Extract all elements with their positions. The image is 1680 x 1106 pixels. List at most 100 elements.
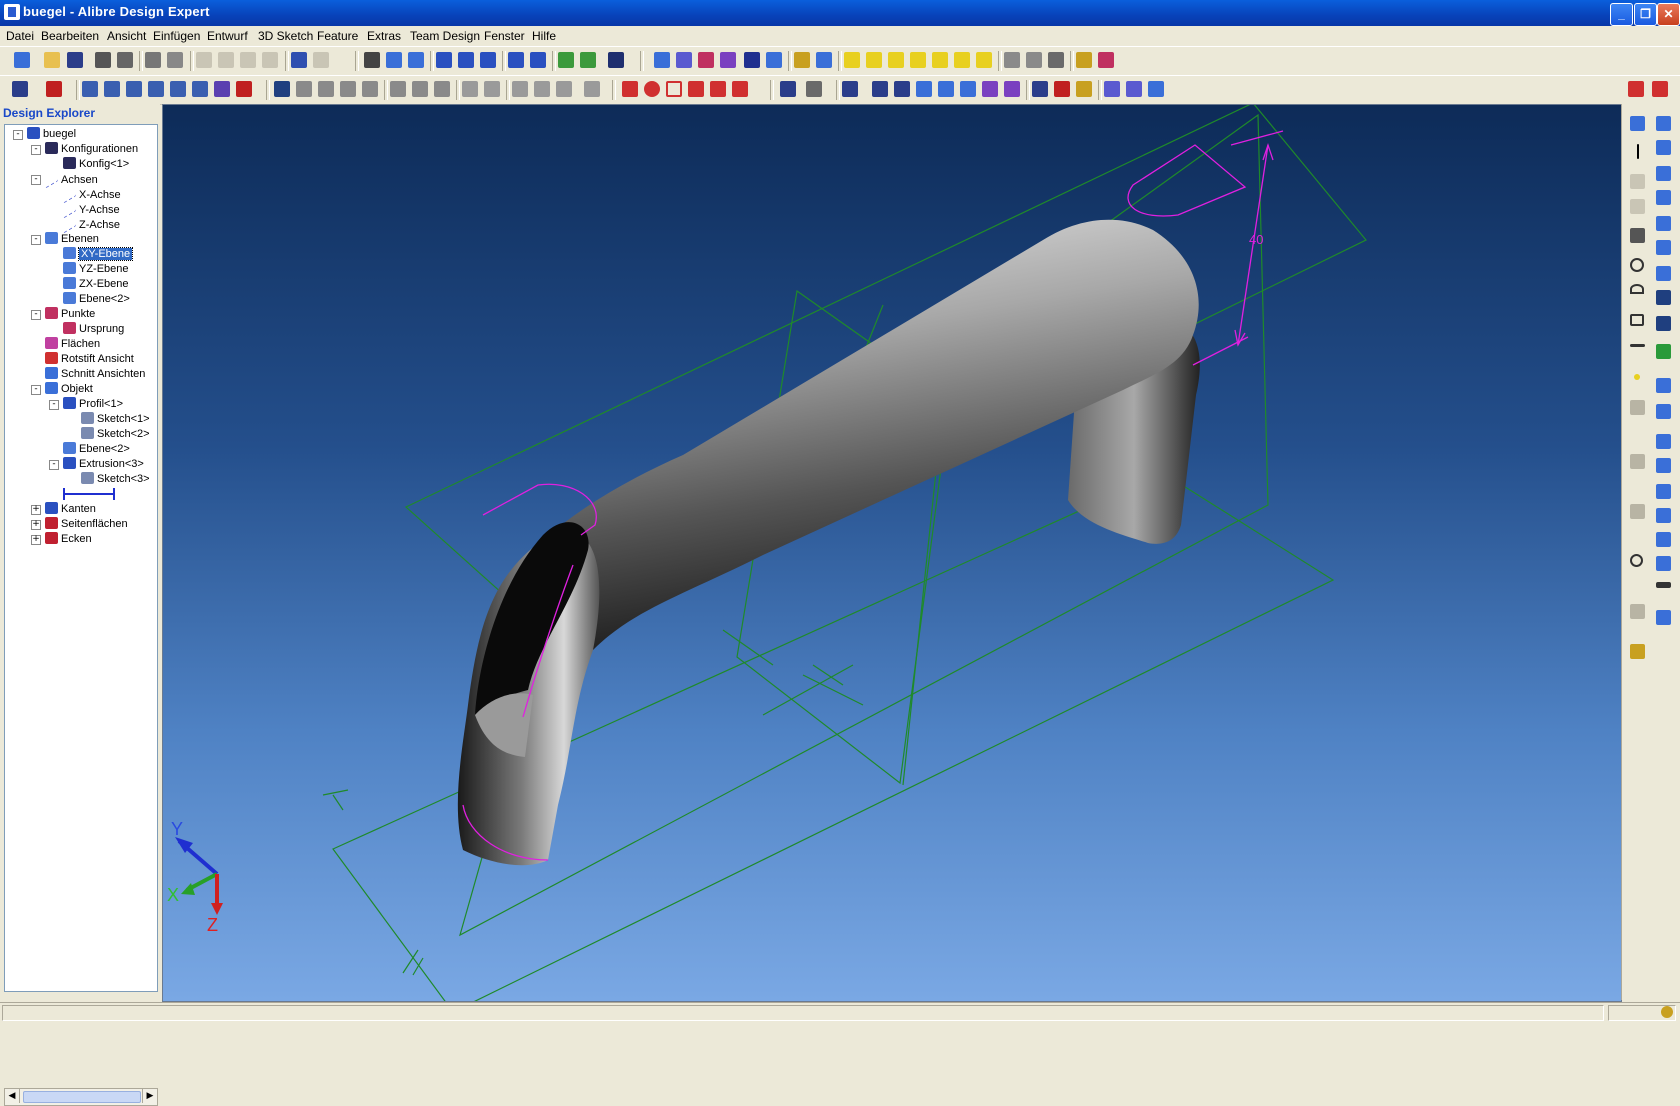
spline-icon[interactable] [1630,174,1645,189]
end-of-part-marker-icon[interactable] [63,488,115,501]
reference-icon[interactable] [1630,554,1643,567]
paste-icon[interactable] [240,52,256,68]
move-up-icon[interactable] [534,81,550,97]
figure-icon[interactable] [1630,604,1645,619]
extrude-cut-icon[interactable] [170,81,186,97]
model-canvas[interactable]: 40 Y X Z [163,105,1621,1001]
hidden-lines-icon[interactable] [1026,52,1042,68]
draft-icon[interactable] [340,81,356,97]
view-iso-icon[interactable] [976,52,992,68]
menu-einfuegen[interactable]: Einfügen [153,29,200,43]
tree-expander-icon[interactable]: + [31,505,41,515]
analyze-icon[interactable] [1076,52,1092,68]
tree-node[interactable]: Ebene<2> [63,442,130,457]
minimize-button[interactable]: _ [1610,3,1633,26]
pattern-icon[interactable] [390,81,406,97]
tree-expander-icon[interactable]: + [31,535,41,545]
merge-icon[interactable] [556,81,572,97]
tree-node[interactable]: Schnitt Ansichten [45,367,145,382]
fillet-icon[interactable] [296,81,312,97]
hole-tool-icon[interactable] [1656,240,1671,255]
print-icon[interactable] [145,52,161,68]
tree-expander-icon[interactable]: - [31,235,41,245]
tree-node[interactable]: Flächen [45,337,100,352]
plane-tool-icon[interactable] [1656,434,1671,449]
thicken-icon[interactable] [362,81,378,97]
zoom-icon[interactable] [436,52,452,68]
chamfer-icon[interactable] [318,81,334,97]
align-icon[interactable] [894,81,910,97]
tree-node[interactable]: Sketch<2> [81,427,150,442]
move-down-icon[interactable] [512,81,528,97]
menu-hilfe[interactable]: Hilfe [532,29,556,43]
loft-tool-icon[interactable] [1656,166,1671,181]
sweep-boss-icon[interactable] [126,81,142,97]
menu-feature[interactable]: Feature [317,29,358,43]
analyze-collision-icon[interactable] [1054,81,1070,97]
anchor-icon[interactable] [982,81,998,97]
tree-node[interactable]: Sketch<3> [81,472,150,487]
circular-pattern-icon[interactable] [412,81,428,97]
equations-icon[interactable] [816,52,832,68]
redline-fill-icon[interactable] [710,81,726,97]
tree-node[interactable]: Konfigurationen [45,142,138,157]
tree-node[interactable]: YZ-Ebene [63,262,129,277]
new-icon[interactable] [14,52,30,68]
circle-icon[interactable] [1630,258,1644,272]
shaded-icon[interactable] [1048,52,1064,68]
tree-node[interactable] [63,487,115,502]
insert-part-icon[interactable] [780,81,796,97]
revolve-tool-icon[interactable] [1656,140,1671,155]
tree-node[interactable]: Rotstift Ansicht [45,352,134,367]
view-right-icon[interactable] [954,52,970,68]
shell-tool-icon[interactable] [1656,266,1671,281]
fillet-tool-icon[interactable] [1656,290,1671,305]
point-tool-icon[interactable] [1656,484,1671,499]
grid-icon[interactable] [1104,81,1120,97]
extrude-boss-icon[interactable] [82,81,98,97]
menu-ansicht[interactable]: Ansicht [107,29,146,43]
line-icon[interactable] [1630,228,1645,243]
tree-expander-icon[interactable]: - [31,310,41,320]
part-icon[interactable] [12,81,28,97]
copy-icon[interactable] [218,52,234,68]
network-icon[interactable] [1661,1006,1673,1018]
view-front-icon[interactable] [844,52,860,68]
coordinate-system-icon[interactable] [720,52,736,68]
revolve-boss-icon[interactable] [104,81,120,97]
tree-node[interactable]: ZX-Ebene [63,277,129,292]
sweep-tool-icon[interactable] [1656,190,1671,205]
wireframe-icon[interactable] [1004,52,1020,68]
tree-node[interactable]: Objekt [45,382,93,397]
explode-icon[interactable] [1148,81,1164,97]
next-view-icon[interactable] [530,52,546,68]
save-all-icon[interactable] [95,52,111,68]
view-back-icon[interactable] [866,52,882,68]
model-handle[interactable] [457,219,1200,866]
print-preview-icon[interactable] [167,52,183,68]
scroll-left-arrow-icon[interactable]: ◀ [5,1089,20,1103]
point-icon[interactable] [698,52,714,68]
sketch-point-icon[interactable] [1634,374,1640,380]
redline-text-icon[interactable] [688,81,704,97]
rotate-icon[interactable] [408,52,424,68]
constraint-icon[interactable] [842,81,858,97]
properties-icon[interactable] [117,52,133,68]
tree-expander-icon[interactable]: - [49,400,59,410]
scroll-thumb[interactable] [23,1091,141,1103]
tree-expander-icon[interactable]: - [31,385,41,395]
tree-node[interactable]: Ecken [45,532,92,547]
tree-node[interactable]: Ursprung [63,322,124,337]
select-icon[interactable] [364,52,380,68]
add-feature-icon[interactable] [1656,344,1671,359]
drag-icon[interactable] [1032,81,1048,97]
scroll-right-arrow-icon[interactable]: ▶ [142,1089,157,1103]
previous-view-icon[interactable] [508,52,524,68]
fillet-sketch-icon[interactable] [1630,504,1645,519]
menu-fenster[interactable]: Fenster [484,29,525,43]
orient-icon[interactable] [916,81,932,97]
scale-icon[interactable] [484,81,500,97]
sweep-cut-icon[interactable] [214,81,230,97]
redline-rectangle-icon[interactable] [666,81,682,97]
exit-sketch-icon[interactable] [580,52,596,68]
